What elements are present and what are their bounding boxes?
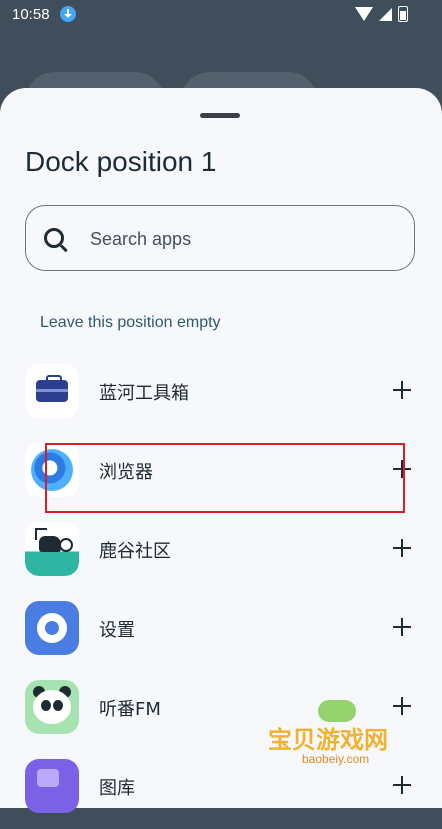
- gamepad-icon: [318, 700, 356, 722]
- panda-icon: [25, 680, 79, 734]
- add-icon[interactable]: [393, 381, 411, 399]
- add-icon[interactable]: [393, 618, 411, 636]
- add-icon[interactable]: [393, 539, 411, 557]
- watermark-url: baobeiy.com: [302, 752, 370, 766]
- drag-handle[interactable]: [200, 113, 240, 118]
- search-input[interactable]: [88, 224, 392, 254]
- status-bar: 10:58: [0, 0, 442, 30]
- selection-highlight: [45, 443, 405, 513]
- search-icon: [44, 228, 64, 248]
- app-row-settings[interactable]: 设置: [0, 601, 442, 671]
- watermark-text: 宝贝游戏网: [268, 726, 388, 754]
- settings-gear-icon: [25, 601, 79, 655]
- toolbox-icon: [25, 364, 79, 418]
- search-box[interactable]: [25, 205, 415, 271]
- gallery-icon: [25, 759, 79, 813]
- download-icon: [60, 6, 76, 22]
- app-row-toolbox[interactable]: 蓝河工具箱: [0, 364, 442, 434]
- cellular-icon: [379, 7, 392, 21]
- app-name: 蓝河工具箱: [99, 383, 189, 404]
- watermark: 宝贝游戏网 baobeiy.com: [268, 700, 418, 780]
- status-time: 10:58: [12, 6, 50, 23]
- deer-community-icon: [25, 522, 79, 576]
- app-name: 设置: [99, 620, 135, 641]
- sheet-title: Dock position 1: [25, 146, 217, 177]
- battery-icon: [398, 6, 408, 22]
- app-name: 图库: [99, 778, 135, 799]
- app-name: 听番FM: [99, 699, 161, 720]
- leave-empty-option[interactable]: Leave this position empty: [40, 314, 221, 332]
- status-icons: [355, 6, 408, 22]
- app-row-deer-community[interactable]: 鹿谷社区: [0, 522, 442, 592]
- wifi-icon: [355, 7, 373, 21]
- app-name: 鹿谷社区: [99, 541, 171, 562]
